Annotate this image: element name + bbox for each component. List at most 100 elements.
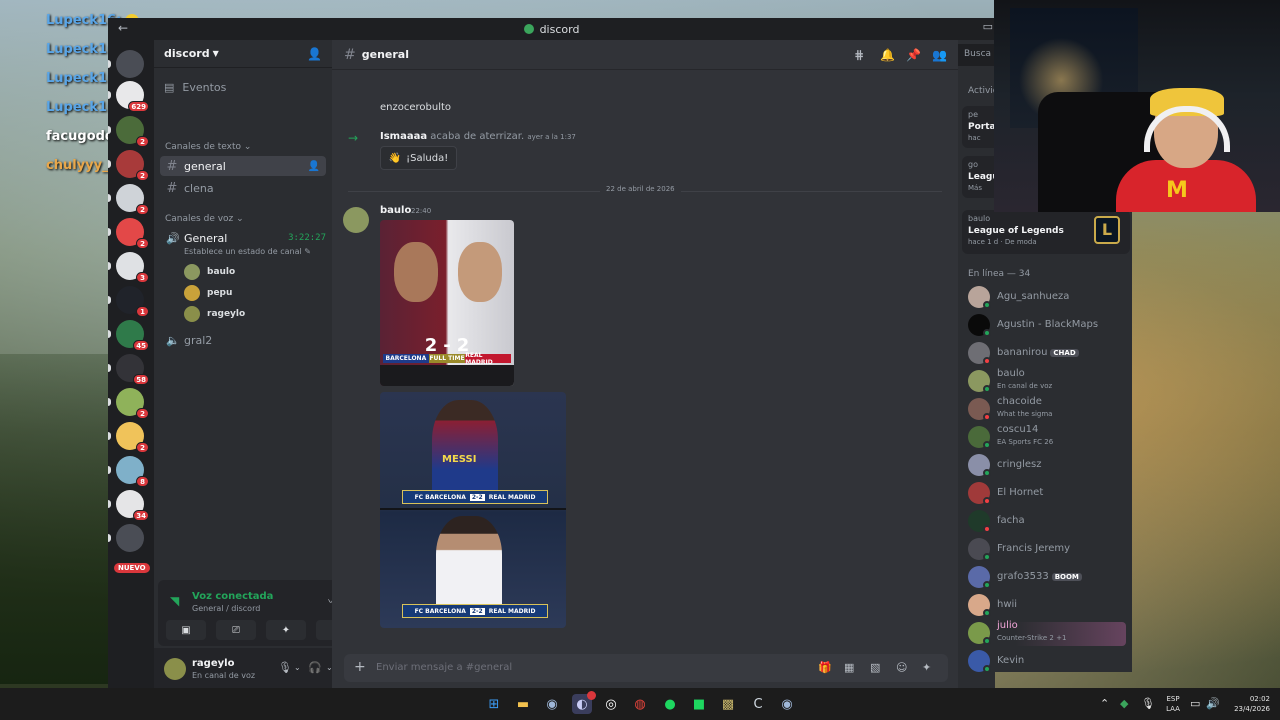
server-icon[interactable]: 34 xyxy=(116,490,149,521)
steam-icon[interactable]: ◉ xyxy=(777,694,797,714)
user-name[interactable]: rageylo xyxy=(192,658,234,669)
presence-dot xyxy=(983,469,991,477)
chevron-down-icon[interactable]: ⌄ xyxy=(294,663,301,672)
text-category[interactable]: Canales de texto ⌄ xyxy=(165,142,251,152)
activities-button[interactable]: ✦ xyxy=(266,620,306,640)
attachment-image[interactable]: 2 - 2 BARCELONA FULL TIME REAL MADRID xyxy=(380,220,514,386)
avatar[interactable] xyxy=(343,207,369,233)
server-icon[interactable] xyxy=(116,524,144,552)
member-row[interactable]: cringlesz xyxy=(968,454,1126,478)
server-icon[interactable]: 2 xyxy=(116,422,149,453)
member-row[interactable]: Kevin xyxy=(968,650,1126,674)
spotify-icon[interactable]: ● xyxy=(660,694,680,714)
gif-icon[interactable]: ▦ xyxy=(844,661,854,674)
new-servers-badge[interactable]: NUEVO xyxy=(114,563,150,573)
member-row[interactable]: El Hornet xyxy=(968,482,1126,506)
voice-user[interactable]: rageylo xyxy=(184,306,245,322)
tray-expand-icon[interactable]: ⌃ xyxy=(1100,697,1109,710)
window-control-icon[interactable]: ▭ xyxy=(983,20,993,33)
channel-general[interactable]: # general 👤 xyxy=(160,156,326,176)
minecraft-icon[interactable]: ▩ xyxy=(718,694,738,714)
member-row[interactable]: grafo3533 BOOM xyxy=(968,566,1126,590)
emoji-icon[interactable]: ☺ xyxy=(896,661,907,674)
screen-share-button[interactable]: ⎚ xyxy=(216,620,256,640)
league-logo-icon: L xyxy=(1094,216,1120,244)
member-row[interactable]: facha xyxy=(968,510,1126,534)
back-arrow-icon[interactable]: ← xyxy=(118,21,128,35)
shirt-logo-icon: M xyxy=(1166,178,1188,203)
server-icon[interactable]: 2 xyxy=(116,184,149,215)
kick-icon[interactable]: ■ xyxy=(689,694,709,714)
server-icon[interactable]: 58 xyxy=(116,354,149,385)
server-icon[interactable]: 2 xyxy=(116,150,149,181)
channel-status-prompt[interactable]: Establece un estado de canal ✎ xyxy=(184,247,311,256)
search-input[interactable]: Busca xyxy=(958,44,998,66)
pin-icon[interactable]: 📌 xyxy=(906,48,921,62)
ccleaner-icon[interactable]: C xyxy=(748,694,768,714)
member-list-icon[interactable]: 👥 xyxy=(932,48,947,62)
microphone-icon[interactable]: 🎙 xyxy=(278,661,292,674)
tray-app-icon[interactable]: ◆ xyxy=(1120,697,1128,710)
camera-off-button[interactable]: ▣ xyxy=(166,620,206,640)
member-row[interactable]: Agustin - BlackMaps xyxy=(968,314,1126,338)
obs-icon[interactable]: ◎ xyxy=(601,694,621,714)
activity-card[interactable]: baulo League of Legends hace 1 d · De moda… xyxy=(962,210,1130,254)
invite-icon[interactable]: 👤 xyxy=(307,47,322,61)
language-code: ESP xyxy=(1166,695,1180,703)
member-row[interactable]: hwii xyxy=(968,594,1126,618)
gift-icon[interactable]: 🎁 xyxy=(818,661,832,674)
volume-icon[interactable]: 🔊 xyxy=(1206,697,1220,710)
voice-channel-gral2[interactable]: 🔈 gral2 xyxy=(160,330,326,350)
member-row[interactable]: coscu14 EA Sports FC 26 xyxy=(968,424,1126,450)
bell-icon[interactable]: 🔔 xyxy=(880,48,895,62)
discord-taskbar-icon[interactable]: ◐ xyxy=(572,691,596,714)
server-icon[interactable]: 2 xyxy=(116,388,149,419)
channel-clena[interactable]: # clena xyxy=(160,178,326,198)
events-item[interactable]: ▤ Eventos xyxy=(164,81,226,94)
server-icon[interactable]: 3 xyxy=(116,252,149,283)
member-row[interactable]: julio Counter-Strike 2 +1 xyxy=(968,620,1126,646)
member-row[interactable]: baulo En canal de voz xyxy=(968,368,1126,394)
voice-category[interactable]: Canales de voz ⌄ xyxy=(165,214,244,224)
composer-placeholder[interactable]: Enviar mensaje a #general xyxy=(376,662,512,673)
member-row[interactable]: Francis Jeremy xyxy=(968,538,1126,562)
sticker-icon[interactable]: ▧ xyxy=(870,661,880,674)
message-composer[interactable]: + Enviar mensaje a #general 🎁 ▦ ▧ ☺ ✦ xyxy=(344,654,948,682)
home-icon[interactable] xyxy=(116,50,144,78)
steam-icon[interactable]: ◉ xyxy=(542,694,562,714)
server-icon[interactable]: 1 xyxy=(116,286,149,317)
plus-icon[interactable]: + xyxy=(354,659,366,675)
message-author[interactable]: baulo xyxy=(380,205,411,216)
server-icon[interactable]: 629 xyxy=(116,81,149,112)
threads-icon[interactable]: ⋕ xyxy=(854,48,864,62)
voice-user[interactable]: pepu xyxy=(184,285,232,301)
unread-pill xyxy=(108,466,111,474)
windows-start-icon[interactable]: ⊞ xyxy=(484,694,504,714)
network-icon[interactable]: ▭ xyxy=(1190,697,1200,710)
member-row[interactable]: bananirou CHAD xyxy=(968,342,1126,366)
wave-button[interactable]: 👋 ¡Saluda! xyxy=(380,146,457,170)
voice-user[interactable]: baulo xyxy=(184,264,235,280)
microphone-icon[interactable]: 🎙 xyxy=(1141,697,1155,710)
system-clock[interactable]: 02:02 23/4/2026 xyxy=(1222,694,1270,714)
avatar[interactable] xyxy=(164,658,186,680)
member-row[interactable]: Agu_sanhueza xyxy=(968,286,1126,310)
server-icon[interactable]: 2 xyxy=(116,116,149,147)
attachment-image[interactable]: MESSI FC BARCELONA 2-2 REAL MADRID FC BA… xyxy=(380,392,566,628)
unread-pill xyxy=(108,126,111,134)
server-header[interactable]: discord ▼ 👤 xyxy=(154,40,332,68)
language-indicator[interactable]: ESP LAA xyxy=(1160,694,1186,714)
member-row[interactable]: chacoide What the sigma xyxy=(968,396,1126,422)
headphones-icon[interactable]: 🎧 xyxy=(308,661,322,674)
server-icon[interactable]: 2 xyxy=(116,218,149,249)
apps-icon[interactable]: ✦ xyxy=(922,661,931,674)
discord-logo-icon xyxy=(523,24,534,34)
file-explorer-icon[interactable]: ▬ xyxy=(513,694,533,714)
server-icon[interactable]: 45 xyxy=(116,320,149,351)
add-member-icon[interactable]: 👤 xyxy=(308,161,320,172)
voice-connected-subtitle[interactable]: General / discord xyxy=(192,604,260,613)
system-user[interactable]: Ismaaaa xyxy=(380,131,427,142)
voice-connected-title[interactable]: Voz conectada xyxy=(192,591,273,602)
chrome-icon[interactable]: ◍ xyxy=(630,694,650,714)
server-icon[interactable]: 8 xyxy=(116,456,149,487)
